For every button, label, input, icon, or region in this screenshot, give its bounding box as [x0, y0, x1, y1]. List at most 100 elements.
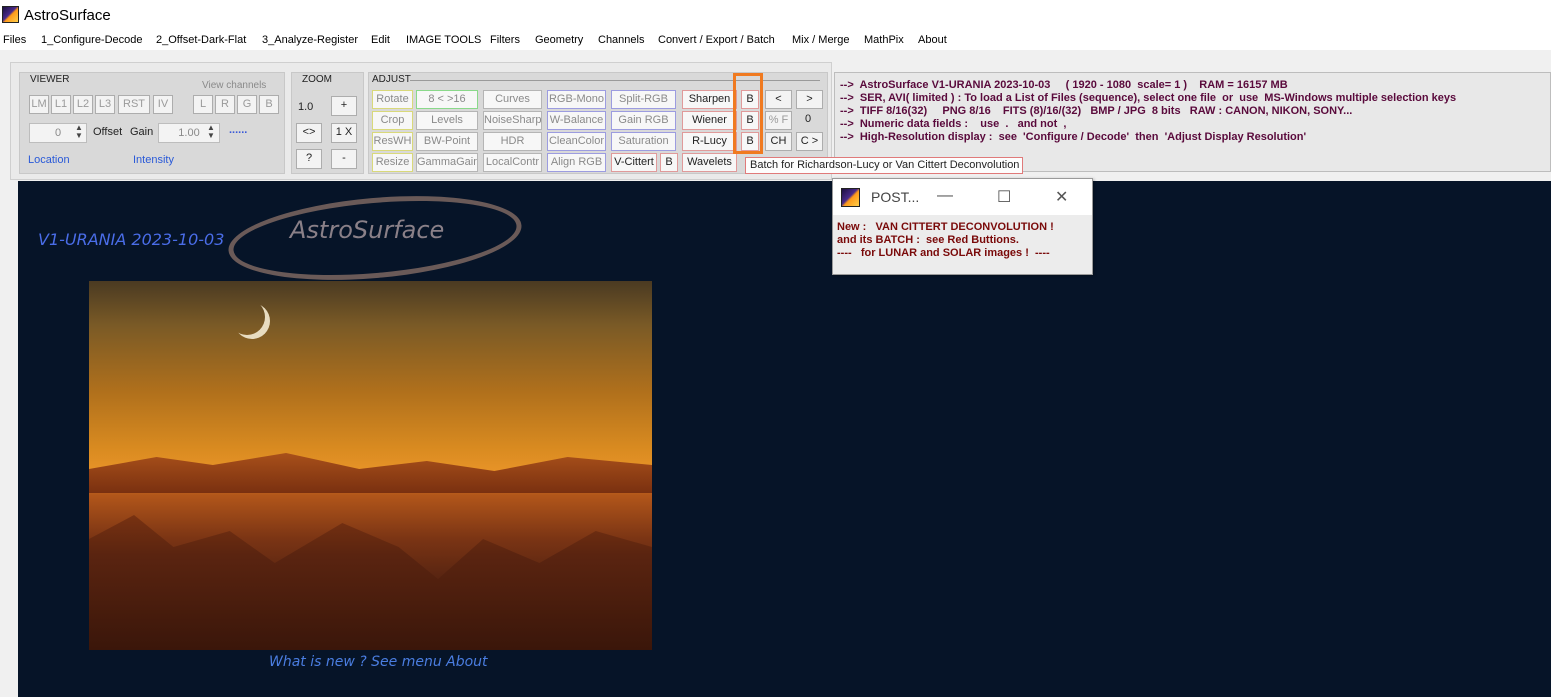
levels-button[interactable]: Levels	[416, 111, 478, 130]
post-line: ---- for LUNAR and SOLAR images ! ----	[837, 247, 1050, 259]
title-bar: AstroSurface	[0, 0, 1551, 32]
gain-label: Gain	[130, 126, 154, 138]
r-lucy-button[interactable]: R-Lucy	[682, 132, 737, 151]
intensity-label: Intensity	[133, 154, 174, 166]
post-window: POST... — ☐ ✕ New : VAN CITTERT DECONVOL…	[832, 178, 1093, 275]
gain-spinner-icon[interactable]: ▲ ▼	[207, 124, 215, 140]
wiener-button[interactable]: Wiener	[682, 111, 737, 130]
channel-r-button[interactable]: R	[215, 95, 235, 114]
dots-indicator: ......	[229, 124, 248, 136]
offset-label: Offset	[93, 126, 123, 138]
distant-mesas	[89, 453, 652, 493]
menu-bar: Files 1_Configure-Decode 2_Offset-Dark-F…	[0, 32, 1551, 50]
lm-button[interactable]: LM	[29, 95, 49, 114]
minimize-icon[interactable]: —	[937, 187, 953, 205]
post-window-titlebar[interactable]: POST... — ☐ ✕	[833, 179, 1092, 215]
split-rgb-button[interactable]: Split-RGB	[611, 90, 676, 109]
gain-rgb-button[interactable]: Gain RGB	[611, 111, 676, 130]
bw-point-button[interactable]: BW-Point	[416, 132, 478, 151]
channel-next-button[interactable]: C >	[796, 132, 823, 151]
rst-button[interactable]: RST	[118, 95, 150, 114]
zoom-value: 1.0	[298, 101, 314, 113]
menu-edit[interactable]: Edit	[371, 34, 390, 46]
info-line: --> Numeric data fields : use . and not …	[840, 118, 1067, 130]
saturation-button[interactable]: Saturation	[611, 132, 676, 151]
menu-convert-export-batch[interactable]: Convert / Export / Batch	[658, 34, 775, 46]
hdr-button[interactable]: HDR	[483, 132, 542, 151]
close-icon[interactable]: ✕	[1055, 187, 1068, 207]
cleancolor-button[interactable]: CleanColor	[547, 132, 606, 151]
menu-image-tools[interactable]: IMAGE TOOLS	[406, 34, 481, 46]
percent-f-button[interactable]: % F	[765, 111, 792, 130]
menu-files[interactable]: Files	[3, 34, 26, 46]
menu-mathpix[interactable]: MathPix	[864, 34, 904, 46]
w-balance-button[interactable]: W-Balance	[547, 111, 606, 130]
window-title: AstroSurface	[24, 7, 111, 24]
gammagain-button[interactable]: GammaGain	[416, 153, 478, 172]
menu-analyze-register[interactable]: 3_Analyze-Register	[262, 34, 358, 46]
menu-geometry[interactable]: Geometry	[535, 34, 583, 46]
whats-new-caption: What is new ? See menu About	[269, 654, 488, 670]
menu-offset-dark-flat[interactable]: 2_Offset-Dark-Flat	[156, 34, 246, 46]
offset-spinner-icon[interactable]: ▲ ▼	[75, 124, 83, 140]
canyon-cliffs	[89, 515, 652, 650]
view-channels-label: View channels	[202, 80, 267, 91]
moon-crescent	[229, 299, 265, 335]
info-line: --> AstroSurface V1-URANIA 2023-10-03 ( …	[840, 79, 1288, 91]
adjust-label: ADJUST	[372, 74, 411, 85]
rgb-mono-button[interactable]: RGB-Mono	[547, 90, 606, 109]
info-line: --> SER, AVI( limited ) : To load a List…	[840, 92, 1457, 104]
l1-button[interactable]: L1	[51, 95, 71, 114]
viewer-label: VIEWER	[30, 74, 70, 85]
noisesharp-button[interactable]: NoiseSharp	[483, 111, 542, 130]
counter-value: 0	[805, 113, 812, 125]
next-button[interactable]: >	[796, 90, 823, 109]
zoom-label: ZOOM	[302, 74, 332, 85]
resize-button[interactable]: Resize	[372, 153, 413, 172]
astrosurface-logo: AstroSurface	[290, 216, 445, 244]
info-line: --> TIFF 8/16(32) PNG 8/16 FITS (8)/16/(…	[840, 105, 1353, 117]
info-line: --> High-Resolution display : see 'Confi…	[840, 131, 1307, 143]
post-app-icon	[841, 188, 860, 207]
v-cittert-button[interactable]: V-Cittert	[611, 153, 657, 172]
wavelets-button[interactable]: Wavelets	[682, 153, 737, 172]
channel-l-button[interactable]: L	[193, 95, 213, 114]
zoom-help-button[interactable]: ?	[296, 149, 322, 169]
crop-button[interactable]: Crop	[372, 111, 413, 130]
app-icon	[2, 6, 19, 23]
zoom-in-button[interactable]: +	[331, 96, 357, 116]
sharpen-button[interactable]: Sharpen	[682, 90, 737, 109]
menu-configure-decode[interactable]: 1_Configure-Decode	[41, 34, 143, 46]
ch-button[interactable]: CH	[765, 132, 792, 151]
batch-v-cittert-button[interactable]: B	[660, 153, 678, 172]
post-line: New : VAN CITTERT DECONVOLUTION !	[837, 221, 1054, 233]
post-window-title: POST...	[871, 189, 920, 205]
post-line: and its BATCH : see Red Buttions.	[837, 234, 1019, 246]
version-label: V1-URANIA 2023-10-03	[38, 230, 225, 249]
channel-b-button[interactable]: B	[259, 95, 279, 114]
location-label: Location	[28, 154, 70, 166]
splash-image	[89, 281, 652, 650]
menu-about[interactable]: About	[918, 34, 947, 46]
bit-depth-button[interactable]: 8 < >16	[416, 90, 478, 109]
rotate-button[interactable]: Rotate	[372, 90, 413, 109]
menu-channels[interactable]: Channels	[598, 34, 644, 46]
zoom-1x-button[interactable]: 1 X	[331, 123, 357, 143]
curves-button[interactable]: Curves	[483, 90, 542, 109]
align-rgb-button[interactable]: Align RGB	[547, 153, 606, 172]
channel-g-button[interactable]: G	[237, 95, 257, 114]
prev-button[interactable]: <	[765, 90, 792, 109]
l2-button[interactable]: L2	[73, 95, 93, 114]
l3-button[interactable]: L3	[95, 95, 115, 114]
zoom-out-button[interactable]: -	[331, 149, 357, 169]
zoom-fit-button[interactable]: <>	[296, 123, 322, 143]
iv-button[interactable]: IV	[153, 95, 173, 114]
localcontr-button[interactable]: LocalContr	[483, 153, 542, 172]
batch-tooltip: Batch for Richardson-Lucy or Van Cittert…	[745, 157, 1023, 174]
reswh-button[interactable]: ResWH	[372, 132, 413, 151]
batch-buttons-highlight	[733, 73, 763, 154]
maximize-icon[interactable]: ☐	[997, 187, 1011, 207]
menu-filters[interactable]: Filters	[490, 34, 520, 46]
menu-mix-merge[interactable]: Mix / Merge	[792, 34, 849, 46]
post-window-body: New : VAN CITTERT DECONVOLUTION ! and it…	[833, 215, 1092, 274]
